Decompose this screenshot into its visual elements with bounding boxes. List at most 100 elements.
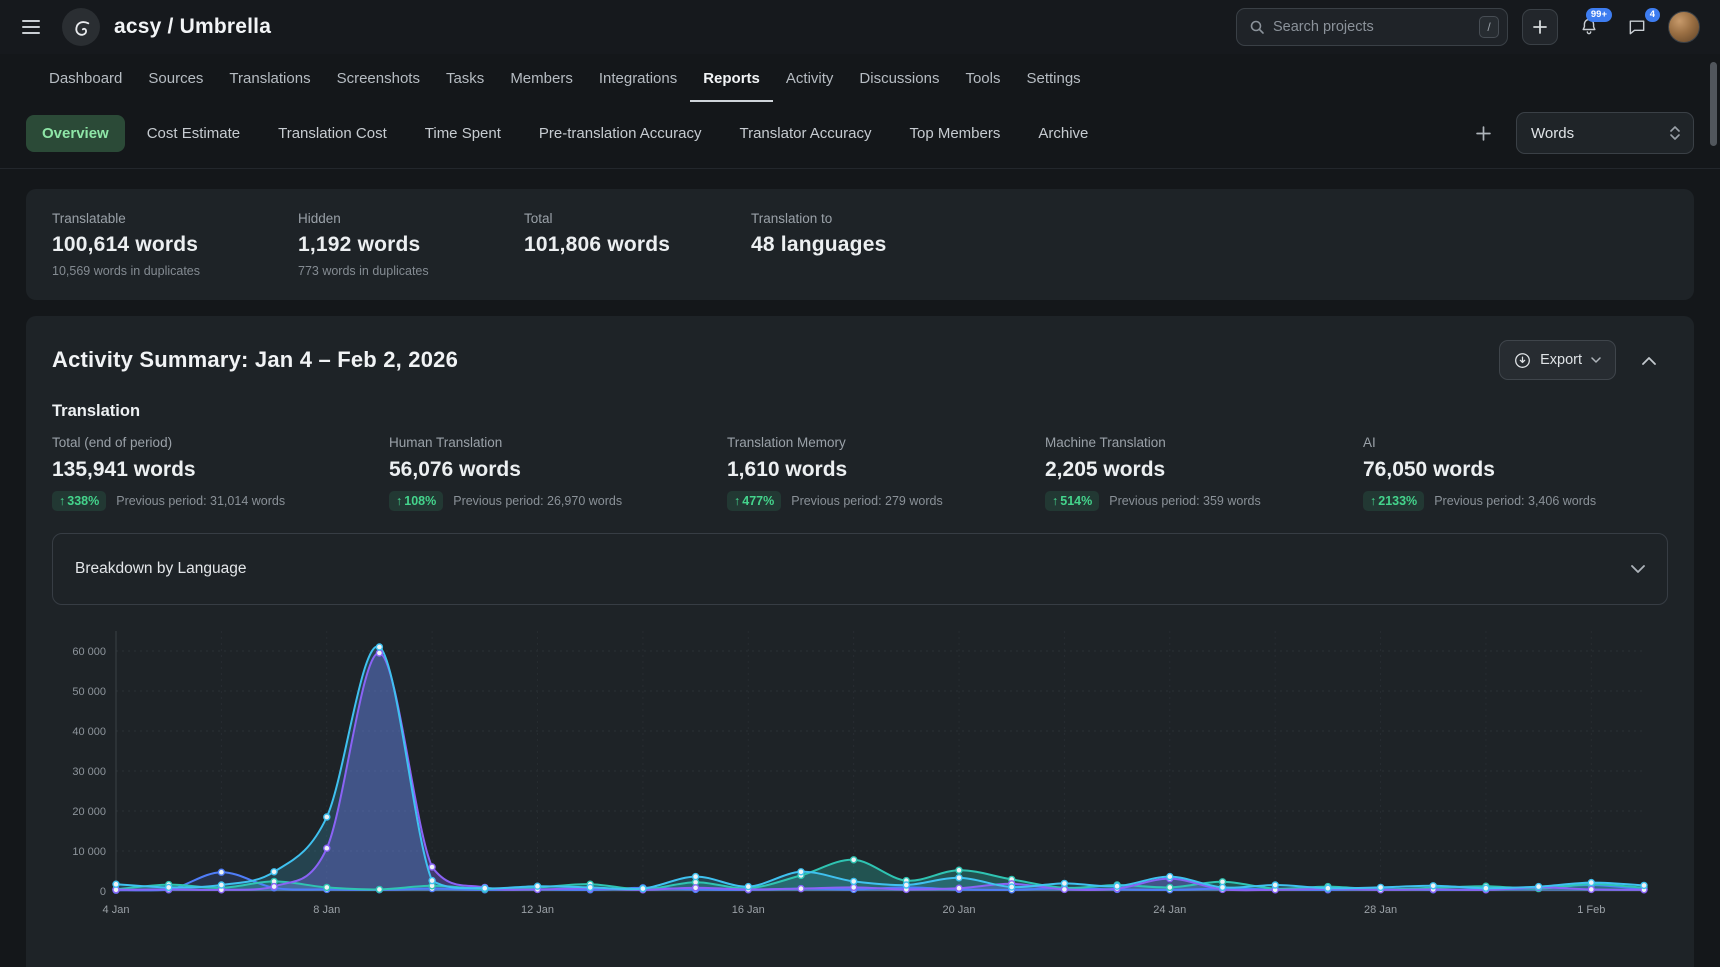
delta-badge: ↑108% [389, 491, 443, 511]
hamburger-menu-icon[interactable] [22, 14, 48, 40]
report-tab-cost-estimate[interactable]: Cost Estimate [131, 115, 256, 152]
svg-text:0: 0 [100, 886, 106, 898]
svg-text:1 Feb: 1 Feb [1577, 904, 1605, 916]
notifications-button[interactable]: 99+ [1572, 10, 1606, 44]
report-tab-time-spent[interactable]: Time Spent [409, 115, 517, 152]
activity-chart[interactable]: 010 00020 00030 00040 00050 00060 0004 J… [52, 619, 1662, 931]
collapse-section-button[interactable] [1630, 341, 1668, 379]
svg-text:4 Jan: 4 Jan [103, 904, 130, 916]
tab-sources[interactable]: Sources [135, 58, 216, 102]
up-arrow-icon: ↑ [396, 494, 402, 508]
tab-translations[interactable]: Translations [216, 58, 323, 102]
metric-label: Human Translation [389, 435, 727, 450]
export-button[interactable]: Export [1499, 340, 1616, 380]
svg-text:20 Jan: 20 Jan [943, 904, 976, 916]
report-unit-select[interactable]: Words [1516, 112, 1694, 154]
project-title: acsy / Umbrella [114, 15, 271, 39]
stat-label: Total [524, 211, 751, 226]
bird-icon [70, 16, 92, 38]
search-input[interactable] [1273, 19, 1471, 35]
tab-members[interactable]: Members [497, 58, 586, 102]
delta-badge: ↑338% [52, 491, 106, 511]
stat-value: 101,806 words [524, 233, 751, 257]
add-report-button[interactable] [1466, 116, 1500, 150]
top-bar: acsy / Umbrella / 99+ 4 [0, 0, 1720, 54]
metric-value: 76,050 words [1363, 458, 1668, 482]
caret-down-icon [1591, 357, 1601, 364]
svg-text:10 000: 10 000 [72, 846, 106, 858]
search-icon [1249, 19, 1265, 35]
plus-icon [1533, 20, 1547, 34]
report-tab-translator-accuracy[interactable]: Translator Accuracy [723, 115, 887, 152]
tab-dashboard[interactable]: Dashboard [36, 58, 135, 102]
previous-period-text: Previous period: 31,014 words [116, 494, 285, 508]
vertical-scrollbar[interactable] [1710, 62, 1717, 146]
tab-tasks[interactable]: Tasks [433, 58, 497, 102]
chevron-down-icon [1631, 565, 1645, 574]
activity-summary-title: Activity Summary: Jan 4 – Feb 2, 2026 [52, 347, 1499, 373]
export-icon [1514, 352, 1531, 369]
stat-label: Translatable [52, 211, 298, 226]
report-tab-archive[interactable]: Archive [1022, 115, 1104, 152]
metric-label: Translation Memory [727, 435, 1045, 450]
report-tab-pretranslation-accuracy[interactable]: Pre-translation Accuracy [523, 115, 718, 152]
stat-sub: 773 words in duplicates [298, 264, 524, 278]
slash-shortcut-key: / [1479, 16, 1499, 38]
breakdown-by-language-panel[interactable]: Breakdown by Language [52, 533, 1668, 605]
metric-value: 1,610 words [727, 458, 1045, 482]
svg-text:20 000: 20 000 [72, 806, 106, 818]
unit-select-value: Words [1531, 125, 1574, 142]
metric-total-end-of-period: Total (end of period) 135,941 words ↑338… [52, 435, 389, 511]
tab-screenshots[interactable]: Screenshots [324, 58, 433, 102]
report-tab-translation-cost[interactable]: Translation Cost [262, 115, 403, 152]
tab-integrations[interactable]: Integrations [586, 58, 690, 102]
translation-metrics-row: Total (end of period) 135,941 words ↑338… [52, 435, 1668, 511]
tab-activity[interactable]: Activity [773, 58, 847, 102]
metric-value: 2,205 words [1045, 458, 1363, 482]
export-label: Export [1540, 352, 1582, 368]
project-nav: Dashboard Sources Translations Screensho… [0, 54, 1720, 102]
report-tab-overview[interactable]: Overview [26, 115, 125, 152]
tab-discussions[interactable]: Discussions [846, 58, 952, 102]
stat-value: 1,192 words [298, 233, 524, 257]
chevron-updown-icon [1669, 125, 1681, 141]
stat-sub: 10,569 words in duplicates [52, 264, 298, 278]
notification-count-badge: 99+ [1586, 8, 1612, 22]
message-count-badge: 4 [1645, 8, 1660, 22]
metric-machine-translation: Machine Translation 2,205 words ↑514% Pr… [1045, 435, 1363, 511]
metric-label: Machine Translation [1045, 435, 1363, 450]
search-box[interactable]: / [1236, 8, 1508, 46]
stat-translation-to: Translation to 48 languages [751, 211, 1668, 278]
svg-text:40 000: 40 000 [72, 726, 106, 738]
previous-period-text: Previous period: 3,406 words [1434, 494, 1596, 508]
stat-label: Hidden [298, 211, 524, 226]
svg-text:8 Jan: 8 Jan [313, 904, 340, 916]
metric-label: AI [1363, 435, 1668, 450]
crowdin-logo[interactable] [62, 8, 100, 46]
delta-badge: ↑2133% [1363, 491, 1424, 511]
tab-tools[interactable]: Tools [952, 58, 1013, 102]
report-tab-top-members[interactable]: Top Members [893, 115, 1016, 152]
svg-text:16 Jan: 16 Jan [732, 904, 765, 916]
breakdown-label: Breakdown by Language [75, 560, 247, 578]
up-arrow-icon: ↑ [1052, 494, 1058, 508]
stat-translatable: Translatable 100,614 words 10,569 words … [52, 211, 298, 278]
word-stats-card: Translatable 100,614 words 10,569 words … [26, 189, 1694, 300]
user-avatar[interactable] [1668, 11, 1700, 43]
metric-label: Total (end of period) [52, 435, 389, 450]
translation-section-title: Translation [52, 402, 1668, 421]
messages-button[interactable]: 4 [1620, 10, 1654, 44]
svg-text:12 Jan: 12 Jan [521, 904, 554, 916]
create-project-button[interactable] [1522, 9, 1558, 45]
svg-text:60 000: 60 000 [72, 646, 106, 658]
svg-text:24 Jan: 24 Jan [1153, 904, 1186, 916]
delta-badge: ↑514% [1045, 491, 1099, 511]
reports-subnav: Overview Cost Estimate Translation Cost … [0, 102, 1720, 169]
svg-text:28 Jan: 28 Jan [1364, 904, 1397, 916]
tab-settings[interactable]: Settings [1013, 58, 1093, 102]
previous-period-text: Previous period: 26,970 words [453, 494, 622, 508]
metric-translation-memory: Translation Memory 1,610 words ↑477% Pre… [727, 435, 1045, 511]
stat-total: Total 101,806 words [524, 211, 751, 278]
tab-reports[interactable]: Reports [690, 58, 773, 102]
delta-badge: ↑477% [727, 491, 781, 511]
